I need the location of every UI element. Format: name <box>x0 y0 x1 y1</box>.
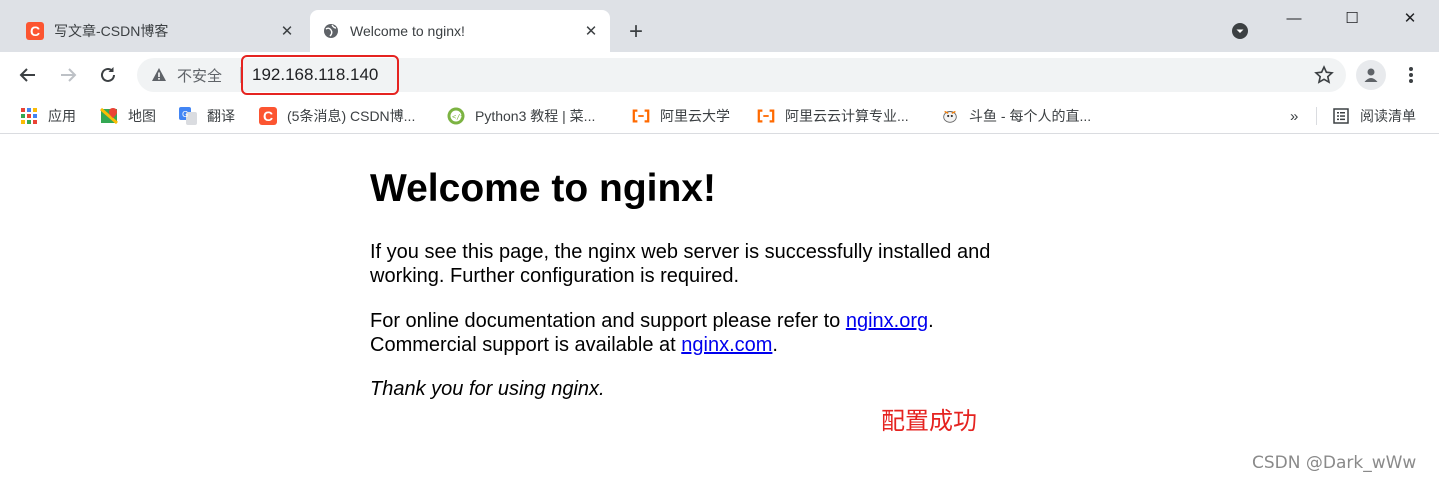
tab-csdn-write[interactable]: C 写文章-CSDN博客 ✕ <box>14 10 306 52</box>
support-punct-1: . <box>928 310 934 332</box>
arrow-right-icon <box>61 68 77 82</box>
bookmarks-bar: 应用 地图 G 翻译 C (5条消息) CSDN博... </> Python3… <box>0 98 1439 134</box>
tab-strip: C 写文章-CSDN博客 ✕ Welcome to nginx! ✕ + — ☐… <box>0 0 1439 52</box>
maps-icon <box>100 107 118 125</box>
runoob-icon: </> <box>447 107 465 125</box>
svg-text:G: G <box>182 110 188 119</box>
bookmark-label: 应用 <box>48 108 76 124</box>
bookmark-label: 翻译 <box>207 108 235 124</box>
intro-paragraph: If you see this page, the nginx web serv… <box>370 240 990 288</box>
back-button[interactable] <box>13 60 43 90</box>
douyu-icon <box>941 107 959 125</box>
page-heading: Welcome to nginx! <box>370 167 716 210</box>
new-tab-button[interactable]: + <box>622 18 650 46</box>
success-annotation: 配置成功 <box>881 407 977 435</box>
bookmark-maps[interactable]: 地图 <box>100 98 156 134</box>
apps-grid-icon <box>20 107 38 125</box>
intro-line-2: working. Further configuration is requir… <box>370 265 740 287</box>
page-content: Welcome to nginx! If you see this page, … <box>0 135 1439 484</box>
bookmark-aliyun-cloud[interactable]: 阿里云云计算专业... <box>757 98 909 134</box>
bookmark-apps[interactable]: 应用 <box>20 98 76 134</box>
bookmark-csdn[interactable]: C (5条消息) CSDN博... <box>259 98 415 134</box>
bookmark-label: 地图 <box>128 108 156 124</box>
bookmark-label: 斗鱼 - 每个人的直... <box>969 108 1092 124</box>
tab-search-icon[interactable] <box>1228 19 1252 43</box>
support-text-2: Commercial support is available at <box>370 334 682 356</box>
svg-text:</>: </> <box>452 113 465 121</box>
csdn-icon: C <box>26 22 44 40</box>
csdn-icon: C <box>259 107 277 125</box>
bookmark-translate[interactable]: G 翻译 <box>179 98 235 134</box>
thanks-paragraph: Thank you for using nginx. <box>370 378 605 400</box>
minimize-button[interactable]: — <box>1265 0 1323 36</box>
aliyun-icon <box>757 107 775 125</box>
nginx-org-link[interactable]: nginx.org <box>846 310 928 332</box>
support-punct-2: . <box>772 334 778 356</box>
menu-dots-icon[interactable] <box>1398 60 1424 90</box>
reading-list-icon <box>1332 107 1350 125</box>
support-text-1: For online documentation and support ple… <box>370 310 846 332</box>
bookmarks-separator <box>1316 107 1317 125</box>
bookmark-runoob[interactable]: </> Python3 教程 | 菜... <box>447 98 595 134</box>
watermark: CSDN @Dark_wWw <box>1252 453 1417 473</box>
bookmarks-overflow-button[interactable]: » <box>1290 98 1298 134</box>
reload-icon <box>101 67 115 82</box>
window-close-button[interactable]: ✕ <box>1381 0 1439 36</box>
tab-nginx-welcome[interactable]: Welcome to nginx! ✕ <box>310 10 610 52</box>
reload-button[interactable] <box>93 60 123 90</box>
url-input[interactable]: 192.168.118.140 <box>252 58 378 92</box>
profile-avatar[interactable] <box>1356 60 1386 90</box>
bookmark-label: (5条消息) CSDN博... <box>287 108 416 124</box>
aliyun-icon <box>632 107 650 125</box>
tab-title: 写文章-CSDN博客 <box>54 23 169 39</box>
security-indicator[interactable]: 不安全 <box>151 58 222 92</box>
bookmark-label: 阿里云云计算专业... <box>785 108 909 124</box>
arrow-left-icon <box>19 68 35 82</box>
person-icon <box>1364 68 1378 82</box>
translate-icon: G <box>179 107 197 125</box>
reading-list-label: 阅读清单 <box>1360 108 1416 124</box>
forward-button[interactable] <box>53 60 83 90</box>
browser-toolbar: 不安全 192.168.118.140 <box>0 52 1439 98</box>
bookmark-douyu[interactable]: 斗鱼 - 每个人的直... <box>941 98 1091 134</box>
support-paragraph: For online documentation and support ple… <box>370 309 934 357</box>
close-tab-icon[interactable]: ✕ <box>580 20 602 42</box>
bookmark-label: Python3 教程 | 菜... <box>475 108 596 124</box>
reading-list-button[interactable]: 阅读清单 <box>1332 98 1416 134</box>
tab-title: Welcome to nginx! <box>350 23 465 39</box>
bookmark-aliyun-university[interactable]: 阿里云大学 <box>632 98 730 134</box>
bookmark-star-icon[interactable] <box>1314 65 1334 85</box>
address-bar[interactable]: 不安全 192.168.118.140 <box>137 55 1346 95</box>
bookmark-label: 阿里云大学 <box>660 108 730 124</box>
close-tab-icon[interactable]: ✕ <box>276 20 298 42</box>
globe-icon <box>322 22 340 40</box>
nginx-com-link[interactable]: nginx.com <box>681 334 772 356</box>
warning-icon <box>152 68 166 81</box>
intro-line-1: If you see this page, the nginx web serv… <box>370 241 991 263</box>
maximize-button[interactable]: ☐ <box>1323 0 1381 36</box>
security-label: 不安全 <box>177 67 223 85</box>
